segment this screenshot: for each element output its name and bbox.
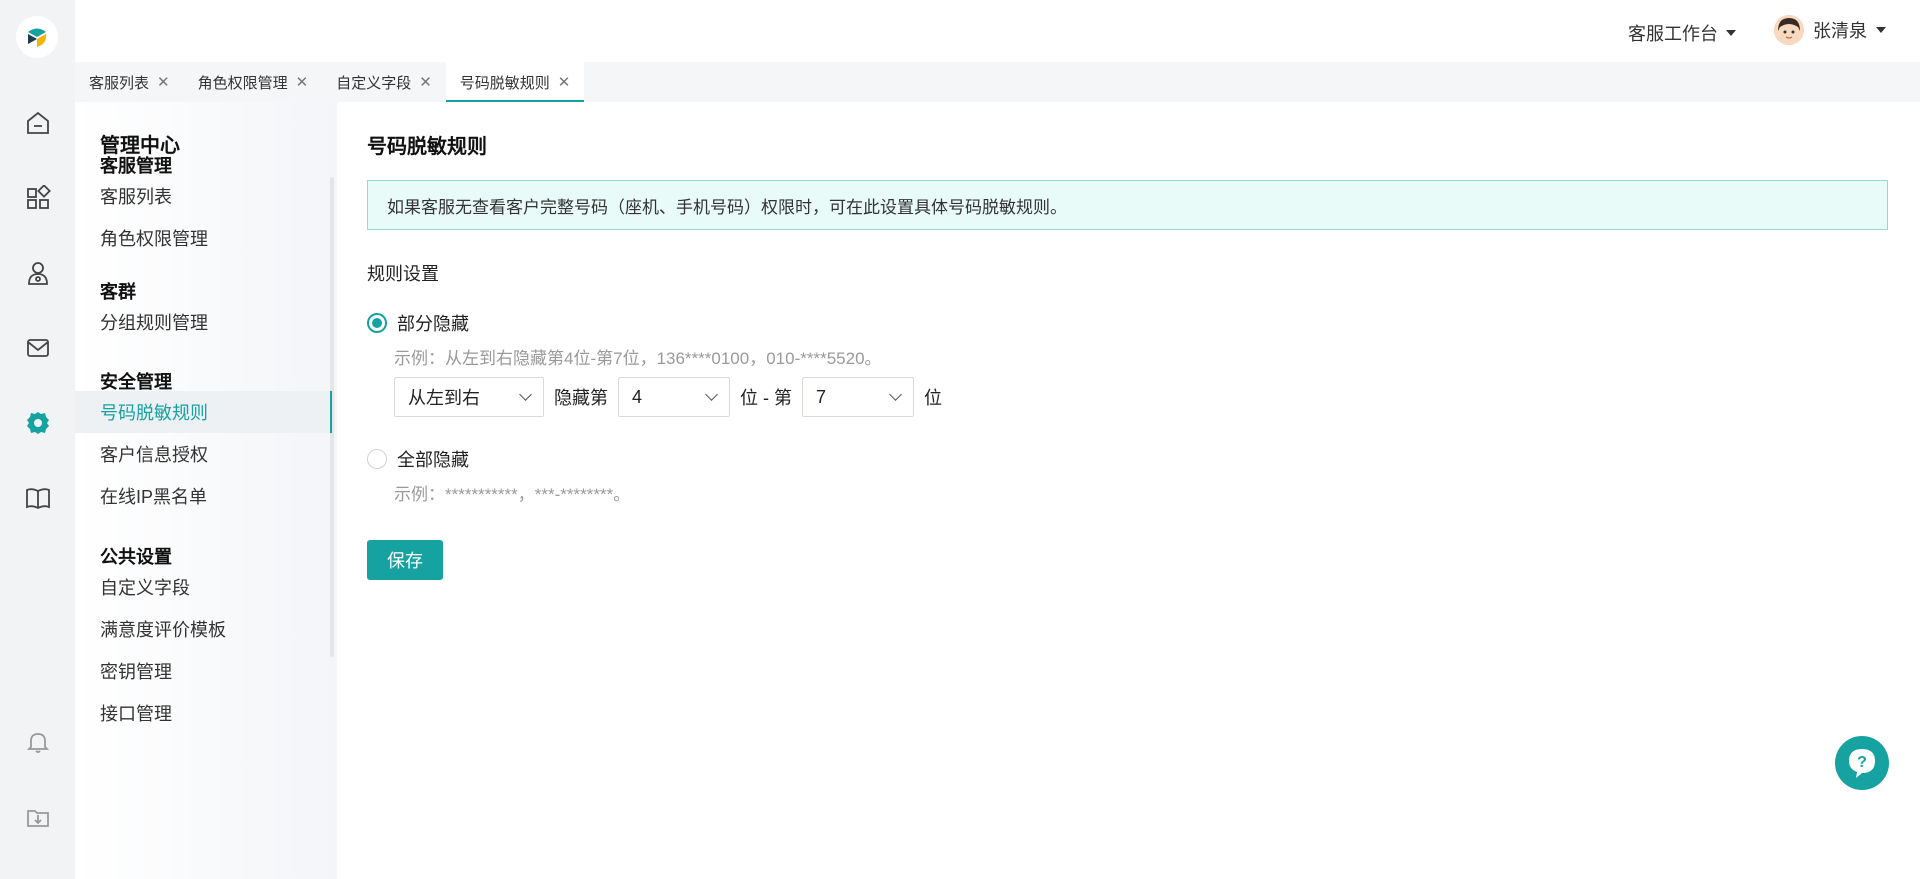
partial-example-text: 示例：从左到右隐藏第4位-第7位，136****0100，010-****552… xyxy=(394,349,882,368)
workbench-label: 客服工作台 xyxy=(1628,24,1718,44)
notice-text: 如果客服无查看客户完整号码（座机、手机号码）权限时，可在此设置具体号码脱敏规则。 xyxy=(387,197,1067,217)
sidebar-item-label: 角色权限管理 xyxy=(100,229,208,249)
chevron-down-icon xyxy=(1726,30,1736,36)
tab-label: 客服列表 xyxy=(89,74,150,92)
select-value: 4 xyxy=(632,386,643,407)
tab-service-list[interactable]: 客服列表 ✕ xyxy=(75,62,184,102)
sidebar-item-satisfaction-template[interactable]: 满意度评价模板 xyxy=(75,608,332,650)
user-name: 张清泉 xyxy=(1813,21,1867,41)
logo-icon xyxy=(28,28,47,47)
side-menu: 管理中心 客服管理 客服列表 角色权限管理 客群 分组规则管理 安全管理 号码脱… xyxy=(75,102,337,879)
home-icon[interactable] xyxy=(24,109,52,137)
sidebar-item-label: 客服列表 xyxy=(100,187,172,207)
sidebar-item-label: 接口管理 xyxy=(100,704,172,724)
chevron-down-icon xyxy=(705,388,718,401)
tab-custom-fields[interactable]: 自定义字段 ✕ xyxy=(322,62,446,102)
radio-partial-hide[interactable]: 部分隐藏 xyxy=(367,310,469,336)
sidebar-item-label: 自定义字段 xyxy=(100,578,190,598)
sidebar-item-label: 在线IP黑名单 xyxy=(100,487,208,507)
sidebar-item-label: 密钥管理 xyxy=(100,662,172,682)
avatar xyxy=(1774,15,1804,45)
sidebar-item-number-masking[interactable]: 号码脱敏规则 xyxy=(75,391,332,433)
svg-text:?: ? xyxy=(1857,754,1867,771)
icon-rail xyxy=(0,0,75,879)
sidebar-item-custom-fields[interactable]: 自定义字段 xyxy=(75,566,332,608)
partial-rule-controls: 从左到右 隐藏第 4 位 - 第 7 位 xyxy=(394,377,942,417)
sidebar-item-label: 满意度评价模板 xyxy=(100,620,226,640)
save-button[interactable]: 保存 xyxy=(367,540,443,580)
unit-text: 位 xyxy=(924,388,942,408)
help-icon: ? xyxy=(1849,749,1875,778)
tab-label: 自定义字段 xyxy=(336,74,412,92)
direction-select[interactable]: 从左到右 xyxy=(394,377,544,417)
sidebar-item-group-rules[interactable]: 分组规则管理 xyxy=(75,301,332,343)
section-label: 规则设置 xyxy=(367,264,439,284)
bell-icon[interactable] xyxy=(24,728,52,756)
chevron-down-icon xyxy=(889,388,902,401)
page-tabs: 客服列表 ✕ 角色权限管理 ✕ 自定义字段 ✕ 号码脱敏规则 ✕ xyxy=(75,62,1920,102)
sidebar-item-ip-blacklist[interactable]: 在线IP黑名单 xyxy=(75,475,332,517)
user-menu[interactable]: 张清泉 xyxy=(1774,15,1886,45)
book-icon[interactable] xyxy=(24,484,52,512)
main-content: 号码脱敏规则 如果客服无查看客户完整号码（座机、手机号码）权限时，可在此设置具体… xyxy=(337,102,1920,879)
app-logo[interactable] xyxy=(16,16,58,58)
tab-label: 号码脱敏规则 xyxy=(459,74,550,92)
to-text: 位 - 第 xyxy=(740,388,792,408)
close-icon[interactable]: ✕ xyxy=(419,73,432,91)
radio-full-hide[interactable]: 全部隐藏 xyxy=(367,446,469,472)
download-icon[interactable] xyxy=(24,803,52,831)
close-icon[interactable]: ✕ xyxy=(558,73,571,91)
chevron-down-icon xyxy=(519,388,532,401)
close-icon[interactable]: ✕ xyxy=(296,73,309,91)
apps-icon[interactable] xyxy=(24,184,52,212)
radio-label: 部分隐藏 xyxy=(397,314,469,334)
start-position-select[interactable]: 4 xyxy=(618,377,730,417)
help-chat-button[interactable]: ? xyxy=(1835,736,1889,790)
tab-role-permissions[interactable]: 角色权限管理 ✕ xyxy=(184,62,323,102)
tab-number-masking[interactable]: 号码脱敏规则 ✕ xyxy=(445,62,585,102)
mail-icon[interactable] xyxy=(24,334,52,362)
info-notice: 如果客服无查看客户完整号码（座机、手机号码）权限时，可在此设置具体号码脱敏规则。 xyxy=(367,180,1888,230)
sidebar-item-customer-auth[interactable]: 客户信息授权 xyxy=(75,433,332,475)
top-header: 客服工作台 张清泉 xyxy=(75,0,1920,62)
sidebar-item-key-management[interactable]: 密钥管理 xyxy=(75,650,332,692)
sidebar-item-api-management[interactable]: 接口管理 xyxy=(75,692,332,734)
close-icon[interactable]: ✕ xyxy=(157,73,170,91)
full-example-text: 示例：***********，***-********。 xyxy=(394,485,631,504)
sidebar-item-service-list[interactable]: 客服列表 xyxy=(75,175,332,217)
contacts-icon[interactable] xyxy=(24,259,52,287)
select-value: 7 xyxy=(816,386,827,407)
radio-label: 全部隐藏 xyxy=(397,450,469,470)
page-title: 号码脱敏规则 xyxy=(367,136,487,158)
chevron-down-icon xyxy=(1876,27,1886,33)
tab-label: 角色权限管理 xyxy=(197,74,288,92)
sidebar-item-label: 客户信息授权 xyxy=(100,445,208,465)
workbench-switcher[interactable]: 客服工作台 xyxy=(1628,20,1736,46)
hide-from-text: 隐藏第 xyxy=(554,388,608,408)
radio-button[interactable] xyxy=(367,449,387,469)
settings-icon[interactable] xyxy=(24,409,52,437)
sidebar-item-label: 分组规则管理 xyxy=(100,313,208,333)
end-position-select[interactable]: 7 xyxy=(802,377,914,417)
sidebar-item-role-permissions[interactable]: 角色权限管理 xyxy=(75,217,332,259)
select-value: 从左到右 xyxy=(408,388,480,408)
sidebar-item-label: 号码脱敏规则 xyxy=(100,403,208,423)
radio-button[interactable] xyxy=(367,313,387,333)
